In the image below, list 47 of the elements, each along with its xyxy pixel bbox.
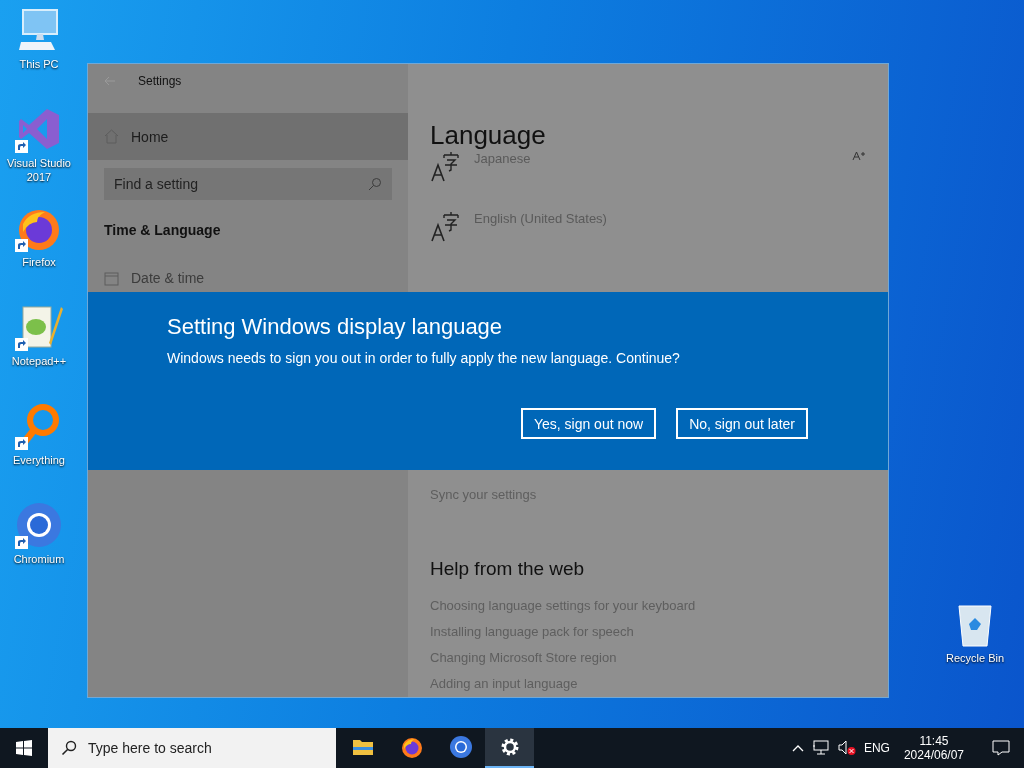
desktop-icon[interactable]: This PC — [0, 6, 78, 105]
font-icon — [852, 151, 866, 161]
icon-label: Chromium — [13, 552, 65, 566]
desktop-icon[interactable]: Everything — [0, 402, 78, 501]
dialog-button[interactable]: Yes, sign out now — [520, 408, 657, 439]
icon-label: Notepad++ — [11, 354, 67, 368]
icon-label: Everything — [13, 453, 65, 467]
calendar-icon — [104, 270, 119, 286]
search-icon — [61, 740, 77, 756]
shortcut-arrow-icon — [15, 140, 28, 153]
desktop-icon[interactable]: Recycle Bin — [936, 600, 1014, 699]
home-nav-item[interactable]: Home — [88, 113, 408, 160]
clock[interactable]: 11:45 2024/06/07 — [897, 734, 970, 762]
shortcut-arrow-icon — [15, 338, 28, 351]
chevron-up-icon[interactable] — [791, 744, 804, 752]
section-title: Time & Language — [104, 222, 222, 238]
network-icon[interactable] — [811, 740, 830, 756]
desktop-icon[interactable]: Firefox — [0, 204, 78, 303]
icon-label: Recycle Bin — [945, 651, 1005, 665]
desktop-icon[interactable]: Chromium — [0, 501, 78, 600]
shortcut-arrow-icon — [15, 239, 28, 252]
desktop-icon[interactable]: Visual Studio 2017 — [0, 105, 78, 204]
taskbar-search-field[interactable]: Type here to search — [48, 728, 336, 768]
taskbar-app-button[interactable] — [485, 728, 534, 768]
desktop-icon[interactable]: Notepad++ — [0, 303, 78, 402]
language-character-icon — [430, 151, 460, 183]
icon-label: This PC — [19, 57, 59, 71]
page-heading: Language — [430, 120, 547, 151]
help-heading: Help from the web — [430, 558, 586, 580]
window-title: Settings — [138, 74, 182, 88]
dialog-button[interactable]: No, sign out later — [676, 408, 808, 439]
input-language[interactable]: ENG — [863, 741, 890, 755]
icon-label: Firefox — [22, 255, 56, 269]
icon-label: Visual Studio 2017 — [6, 156, 72, 184]
date-time-nav-item[interactable]: Date & time — [88, 266, 408, 290]
chromium-icon — [15, 501, 63, 549]
shortcut-arrow-icon — [15, 536, 28, 549]
search-icon — [368, 177, 382, 191]
dialog-message: Windows needs to sign you out in order to fully apply the new language. Continue? — [167, 350, 681, 366]
dialog-title: Setting Windows display language — [167, 314, 504, 340]
language-character-icon — [430, 211, 460, 243]
shortcut-arrow-icon — [15, 437, 28, 450]
speech-bubble-icon — [992, 740, 1010, 756]
muted-speaker-icon[interactable] — [837, 740, 856, 756]
windows-logo-icon — [16, 740, 32, 756]
find-setting-field[interactable]: Find a setting — [104, 168, 392, 200]
chromium-icon — [448, 735, 473, 759]
